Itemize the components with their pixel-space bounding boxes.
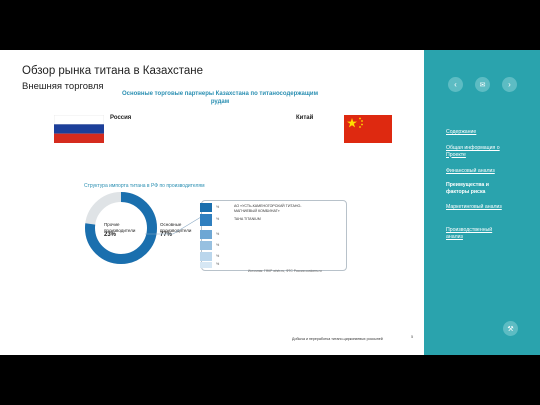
list-pct: % xyxy=(216,232,220,236)
list-label: TAHA TITANIUM xyxy=(234,217,261,221)
donut-others-value: 23% xyxy=(104,232,117,238)
donut-others-text: Прочие производители 23% xyxy=(104,222,138,239)
partners-heading: Основные торговые партнеры Казахстана по… xyxy=(121,91,319,105)
list-label: АО «УСТЬ-КАМЕНОГОРСКИЙ ТИТАНО-МАГНИЕВЫЙ … xyxy=(234,204,302,213)
list-pct: % xyxy=(216,254,220,258)
country-label-russia: Россия xyxy=(110,115,132,121)
page-subtitle: Внешняя торговля xyxy=(22,81,104,92)
list-pct: % xyxy=(216,243,220,247)
envelope-icon: ✉ xyxy=(479,81,486,89)
sidebar-link-production[interactable]: Производственный анализ xyxy=(446,227,508,240)
sidebar-link-financial[interactable]: Финансовый анализ xyxy=(446,168,526,175)
connector-line xyxy=(145,216,202,235)
next-slide-button[interactable]: › xyxy=(502,77,517,92)
sidebar-link-project-info[interactable]: Общая информация о Проекте xyxy=(446,145,521,158)
list-marker xyxy=(200,262,212,268)
page-title: Обзор рынка титана в Казахстане xyxy=(22,65,204,77)
source-note: Источник: ГФКР whrb.ru, ФТС России custo… xyxy=(248,269,322,273)
sidebar-link-risks[interactable]: Преимущества и факторы риска xyxy=(446,182,506,195)
tools-icon: ⚒ xyxy=(507,325,514,333)
chevron-right-icon: › xyxy=(508,80,511,89)
list-pct: % xyxy=(216,217,220,221)
chevron-left-icon: ‹ xyxy=(454,80,457,89)
list-marker xyxy=(200,203,212,212)
list-pct: % xyxy=(216,262,220,266)
tools-button[interactable]: ⚒ xyxy=(503,321,518,336)
page-number: 5 xyxy=(411,334,414,339)
footer-text: Добыча и переработка титано-циркониевых … xyxy=(292,337,383,341)
sidebar: ‹ ✉ › Содержание Общая информация о Прое… xyxy=(424,50,540,355)
list-marker xyxy=(200,214,212,226)
country-label-china: Китай xyxy=(296,115,314,121)
list-pct: % xyxy=(216,205,220,209)
list-marker xyxy=(200,230,212,239)
prev-slide-button[interactable]: ‹ xyxy=(448,77,463,92)
sidebar-link-contents[interactable]: Содержание xyxy=(446,129,526,136)
sidebar-link-marketing[interactable]: Маркетинговый анализ xyxy=(446,204,506,211)
china-flag-icon xyxy=(344,115,392,143)
mail-button[interactable]: ✉ xyxy=(475,77,490,92)
list-marker xyxy=(200,241,212,250)
slide-content: Обзор рынка титана в Казахстане Внешняя … xyxy=(0,50,424,355)
structure-heading: Структура импорта титана в РФ по произво… xyxy=(84,183,205,189)
russia-flag-icon xyxy=(54,115,104,143)
list-marker xyxy=(200,252,212,261)
